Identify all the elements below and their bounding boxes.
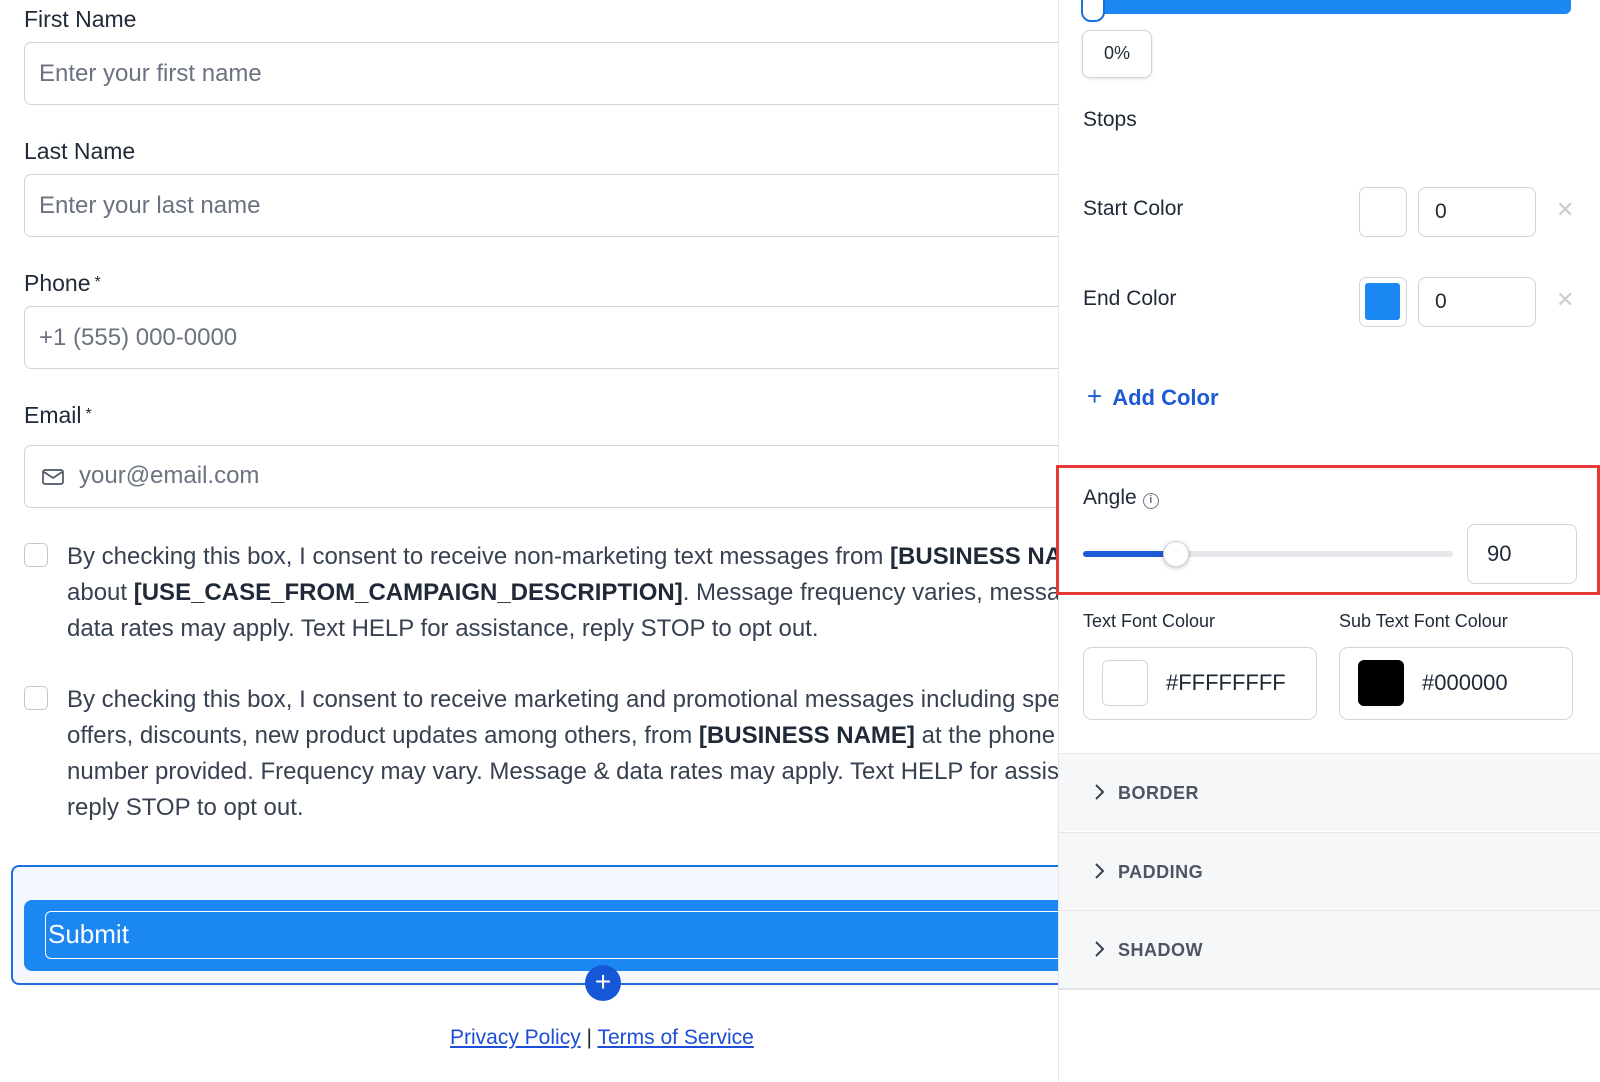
consent-transactional-checkbox[interactable] [24, 543, 48, 567]
terms-of-service-link[interactable]: Terms of Service [597, 1026, 753, 1049]
start-color-label: Start Color [1083, 197, 1184, 220]
consent-marketing-checkbox[interactable] [24, 686, 48, 710]
remove-start-color-icon[interactable]: ✕ [1556, 197, 1574, 223]
stops-title: Stops [1083, 108, 1137, 131]
phone-input[interactable] [24, 306, 1058, 369]
footer-separator: | [586, 1026, 593, 1049]
sub-text-font-colour-swatch[interactable] [1358, 660, 1404, 706]
padding-section-label: PADDING [1118, 862, 1204, 882]
phone-label: Phone * [24, 270, 101, 296]
text-font-colour-label: Text Font Colour [1083, 611, 1216, 631]
sub-text-font-colour-picker[interactable]: #000000 [1339, 647, 1573, 720]
sub-text-font-colour-label: Sub Text Font Colour [1339, 611, 1508, 631]
chevron-right-icon [1095, 784, 1105, 800]
end-color-fill [1365, 283, 1400, 320]
last-name-label: Last Name [24, 138, 136, 164]
text-font-colour-picker[interactable]: #FFFFFFFF [1083, 647, 1317, 720]
gradient-preview-bar[interactable] [1083, 0, 1571, 14]
add-color-button[interactable]: + Add Color [1087, 381, 1219, 412]
gradient-stop-handle[interactable] [1081, 0, 1105, 22]
chevron-right-icon [1095, 863, 1105, 879]
consent-transactional-text: By checking this box, I consent to recei… [67, 543, 1058, 642]
start-color-swatch[interactable] [1359, 187, 1407, 237]
border-section[interactable]: BORDER [1059, 753, 1600, 831]
end-color-label: End Color [1083, 287, 1177, 310]
shadow-section-label: SHADOW [1118, 940, 1203, 960]
footer-links: Privacy Policy | Terms of Service [450, 1026, 754, 1050]
angle-input[interactable]: 90 [1467, 524, 1577, 584]
email-input[interactable] [79, 446, 1058, 506]
privacy-policy-link[interactable]: Privacy Policy [450, 1026, 581, 1049]
plus-icon: + [1087, 381, 1103, 411]
end-color-swatch[interactable] [1359, 277, 1407, 327]
first-name-label: First Name [24, 6, 137, 32]
text-font-colour-swatch[interactable] [1102, 660, 1148, 706]
gradient-position-box[interactable]: 0% [1082, 30, 1152, 78]
sub-text-font-colour-value: #000000 [1422, 670, 1508, 695]
start-color-fill [1365, 193, 1400, 230]
shadow-section[interactable]: SHADOW [1059, 910, 1600, 988]
required-mark: * [94, 274, 101, 291]
email-field[interactable] [24, 445, 1058, 508]
envelope-icon [42, 469, 64, 485]
submit-label: Submit [45, 911, 1058, 959]
padding-section[interactable]: PADDING [1059, 832, 1600, 910]
info-icon[interactable]: i [1142, 493, 1159, 509]
end-color-position-input[interactable]: 0 [1418, 277, 1536, 327]
form-preview: First Name Last Name Phone* Email* By ch… [0, 0, 1058, 1082]
email-label: Email * [24, 402, 92, 428]
start-color-position-input[interactable]: 0 [1418, 187, 1536, 237]
consent-marketing-text: By checking this box, I consent to recei… [67, 686, 1058, 821]
border-section-label: BORDER [1118, 783, 1200, 803]
last-name-input[interactable] [24, 174, 1058, 237]
add-block-button[interactable]: + [585, 965, 621, 1001]
chevron-right-icon [1095, 941, 1105, 957]
required-mark: * [85, 406, 92, 423]
plus-icon: + [594, 966, 612, 997]
text-font-colour-value: #FFFFFFFF [1166, 670, 1286, 695]
angle-slider-thumb[interactable] [1163, 541, 1189, 567]
remove-end-color-icon[interactable]: ✕ [1556, 287, 1574, 313]
add-color-label: Add Color [1112, 385, 1219, 410]
angle-label: Angle i [1083, 486, 1159, 510]
style-panel: 0% Stops Start Color 0 ✕ End Color 0 ✕ +… [1056, 0, 1600, 1082]
section-divider [1059, 988, 1600, 990]
first-name-input[interactable] [24, 42, 1058, 105]
